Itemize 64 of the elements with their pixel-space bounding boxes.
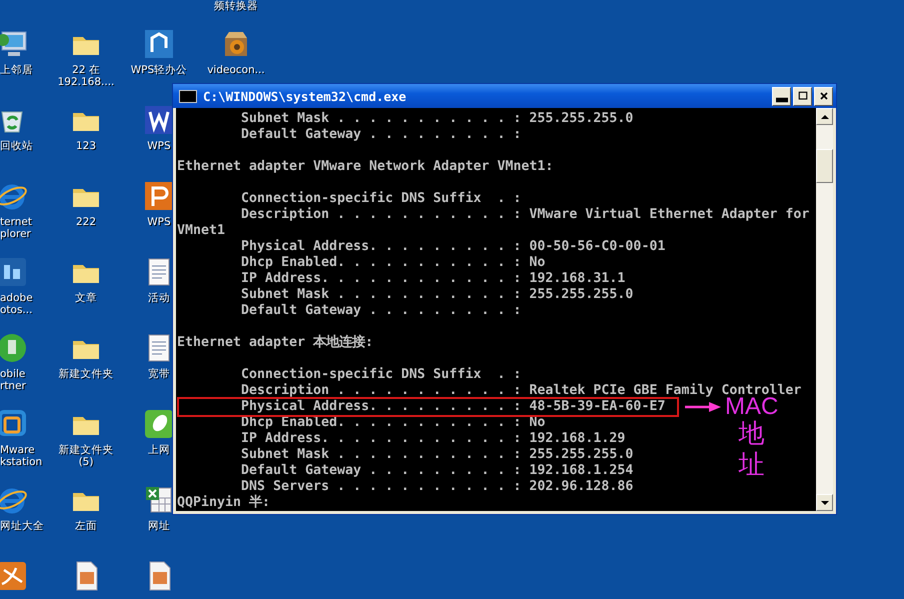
console-line: IP Address. . . . . . . . . . . . : 192.168.31.1 (240, 271, 626, 287)
pdf-icon[interactable] (0, 560, 28, 592)
maximize-icon (796, 90, 808, 102)
phone-app-icon[interactable] (0, 332, 28, 364)
console-line: Dhcp Enabled. . . . . . . . . . . : No (240, 415, 546, 431)
icon-label: 22 在 192.168.... (58, 64, 114, 88)
console-line: Description . . . . . . . . . . . : Realtek PCIe GBE Family Controller (240, 383, 802, 398)
console-line: Dhcp Enabled. . . . . . . . . . . : No (240, 255, 546, 271)
scroll-up-button[interactable] (816, 108, 833, 125)
icon-label: Mware kstation (0, 444, 42, 468)
maximize-button[interactable] (793, 86, 812, 106)
icon-label: 网址 (148, 520, 170, 532)
console-line: Subnet Mask . . . . . . . . . . . : 255.255.255.0 (240, 111, 634, 127)
close-icon (818, 90, 830, 102)
icon-label: 频转换器 (214, 0, 258, 12)
wps-slides-icon[interactable] (143, 180, 175, 212)
console-line: Subnet Mask . . . . . . . . . . . : 255.255.255.0 (240, 287, 634, 303)
icon-label: 222 (76, 216, 96, 228)
rocket-icon[interactable] (143, 408, 175, 440)
icon-label: adobe otos... (0, 292, 33, 316)
icon-label: 左面 (75, 520, 97, 532)
console-line: Default Gateway . . . . . . . . . : (240, 127, 522, 143)
console-line: Connection-specific DNS Suffix . : (240, 367, 522, 383)
icon-label: 宽带 (148, 368, 170, 380)
annotation-caption: 地址 (738, 419, 765, 482)
icon-label: ternet plorer (0, 216, 32, 240)
console-line: IP Address. . . . . . . . . . . . : 192.168.1.29 (240, 431, 626, 447)
icon-label: obile rtner (0, 368, 26, 392)
arrow (685, 402, 721, 412)
console-line: VMnet1 (177, 223, 226, 239)
annotation-label: MAC (725, 395, 778, 419)
icon-label: 123 (76, 140, 96, 152)
wps-writer-icon[interactable] (143, 104, 175, 136)
icon-label: 上网 (148, 444, 170, 456)
icon-label: WPS (147, 216, 171, 228)
minimize-button[interactable] (772, 86, 791, 106)
ps-logo-icon[interactable] (0, 256, 28, 288)
console-line: Default Gateway . . . . . . . . . : (240, 303, 522, 319)
icon-label: videocon... (207, 64, 265, 76)
icon-label: WPS轻办公 (130, 64, 188, 76)
console-line: Ethernet adapter 本地连接: (177, 335, 374, 351)
console-line: DNS Servers . . . . . . . . . . . : 202.96.128.86 (240, 479, 634, 494)
console-line: Description . . . . . . . . . . . : VMware Virtual Ethernet Adapter for (240, 207, 810, 223)
scrollbar-thumb[interactable] (816, 149, 833, 183)
icon-label: 网址大全 (0, 520, 44, 532)
icon-label: 新建文件夹 (5) (58, 444, 114, 468)
icon-label: WPS (147, 140, 171, 152)
console-line: Default Gateway . . . . . . . . . : 192.168.1.254 (240, 463, 634, 479)
console-line: Physical Address. . . . . . . . . : 00-50-56-C0-00-01 (240, 239, 666, 255)
console-line: QQPinyin 半: (177, 495, 270, 511)
console-icon (179, 90, 197, 102)
icon-label: 回收站 (0, 140, 33, 152)
scroll-down-button[interactable] (816, 494, 833, 511)
console-line: Ethernet adapter VMware Network Adapter VMnet1: (177, 159, 554, 175)
icon-label: 上邻居 (0, 64, 33, 76)
console-line: Connection-specific DNS Suffix . : (240, 191, 522, 207)
console-line: Physical Address. . . . . . . . . : 48-5B-39-EA-60-E7 (240, 399, 666, 415)
wps-logo-icon[interactable] (142, 28, 175, 60)
icon-label: 活动 (148, 292, 170, 304)
console-line: Subnet Mask . . . . . . . . . . . : 255.255.255.0 (240, 447, 634, 463)
icon-label: 文章 (75, 292, 97, 304)
icon-label: 新建文件夹 (58, 368, 114, 380)
window-title: C:\WINDOWS\system32\cmd.exe (203, 88, 408, 104)
close-button[interactable] (814, 86, 833, 106)
